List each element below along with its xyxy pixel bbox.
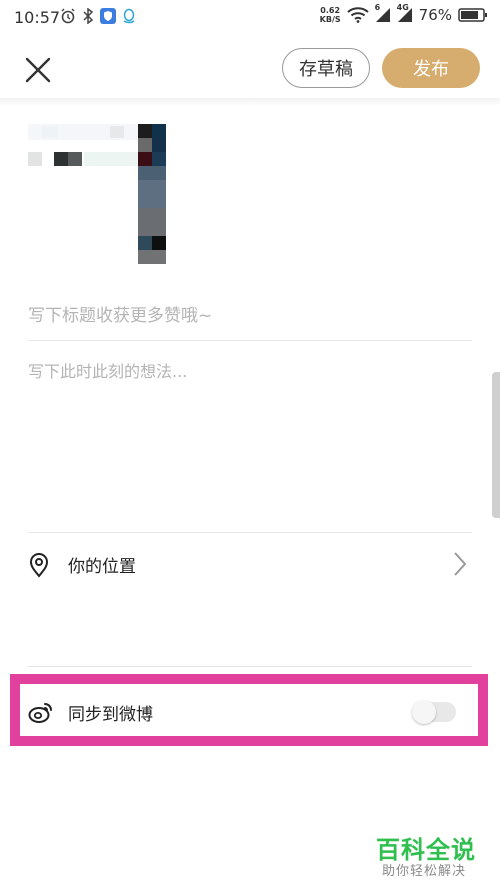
watermark-subtitle: 助你轻松解决 [382,864,467,879]
save-draft-button[interactable]: 存草稿 [282,48,370,88]
wifi-icon [346,7,369,23]
shield-app-icon [100,8,116,24]
signal-1-label: 6 [374,3,381,12]
location-row[interactable]: 你的位置 [28,540,472,588]
status-bar: 10:57 0.62 KB/S 6 4G 76% [0,0,500,36]
chevron-right-icon [454,552,467,576]
weibo-icon [28,703,52,723]
location-label: 你的位置 [68,557,136,577]
title-divider [28,340,472,341]
scrollbar[interactable] [492,372,500,518]
close-button[interactable] [20,52,56,88]
network-speed-value: 0.62 [320,6,341,15]
publish-button[interactable]: 发布 [382,48,480,88]
status-icons-left [60,8,136,24]
status-icons-right: 0.62 KB/S 6 4G 76% [320,3,488,24]
battery-icon [458,8,487,22]
alarm-icon [61,8,75,24]
attached-image[interactable] [28,124,168,266]
close-icon [25,57,51,83]
title-input[interactable] [28,300,472,332]
qq-icon [123,8,135,24]
header-divider [0,98,500,106]
body-input[interactable] [28,358,472,518]
signal-2-label: 4G [396,3,409,12]
weibo-sync-toggle[interactable] [412,700,456,724]
bluetooth-icon [83,8,94,24]
signal-2-icon: 4G [397,3,413,23]
location-pin-icon [29,553,49,578]
body-divider [28,532,472,533]
location-divider [28,666,472,667]
network-speed-unit: KB/S [319,15,341,24]
network-speed: 0.62 KB/S [320,6,341,24]
weibo-sync-label: 同步到微博 [68,705,153,725]
signal-1-icon: 6 [375,3,391,23]
weibo-sync-row[interactable]: 同步到微博 [28,690,472,734]
battery-percent: 76% [418,6,452,24]
toggle-knob[interactable] [412,700,436,724]
status-time: 10:57 [14,8,61,27]
